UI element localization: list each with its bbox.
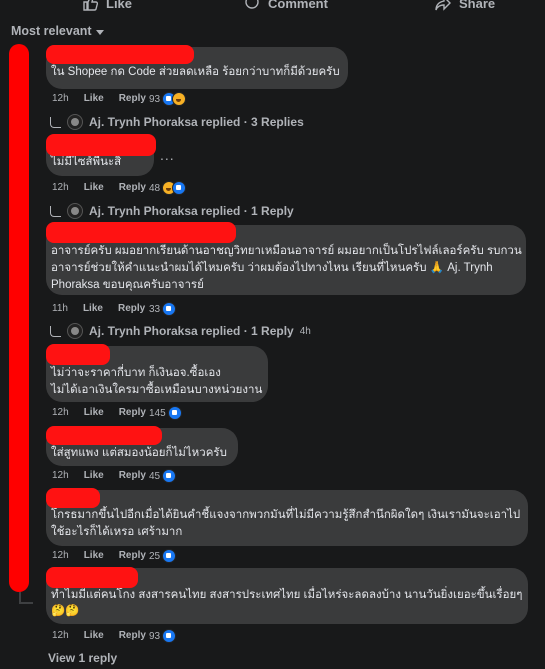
replies-link[interactable]: Aj. Trynh Phoraksa replied · 1 Reply [50,203,294,219]
reply-link[interactable]: Reply [119,182,146,193]
redacted-name [46,567,138,588]
reaction-count: 145 [149,407,166,419]
replies-label: Aj. Trynh Phoraksa replied · 3 Replies [89,115,304,129]
reply-arrow-icon [50,116,61,128]
like-link[interactable]: Like [84,630,104,641]
comment-action-label: Comment [268,0,328,11]
like-reaction-icon [172,181,187,195]
comment-text-line: โกรธมากขึ้นไปอีกเมื่อได้ยินคำชี้แจงจากพว… [51,509,521,521]
comment-time: 12h [52,182,69,193]
comment-time: 12h [52,470,69,481]
like-reaction-icon [162,549,177,563]
reaction-summary[interactable]: 48 [149,181,187,195]
more-options-button[interactable]: ... [160,147,175,163]
like-link[interactable]: Like [84,182,104,193]
comment-meta: 12h Like Reply [52,550,146,561]
like-link[interactable]: Like [84,93,104,104]
like-reaction-icon [162,469,177,483]
avatar [67,203,83,219]
reply-arrow-icon [50,325,61,337]
replies-age: 4h [299,325,311,337]
comment-action-button[interactable]: Comment [244,0,328,11]
like-reaction-icon [162,302,177,316]
reply-link[interactable]: Reply [119,407,146,418]
comment-text: ไม่มีไซส์พี่นะสิ [51,156,122,168]
reply-arrow-icon [50,205,61,217]
comment-time: 12h [52,93,69,104]
redacted-name [46,134,156,156]
comment-text-line: อาจารย์ครับ ผมอยากเรียนด้านอาชญวิทยาเหมื… [51,245,522,257]
like-link[interactable]: Like [84,407,104,418]
comment-text: ใน Shopee กด Code ส่วยลดเหลือ ร้อยกว่าบา… [51,66,340,78]
like-reaction-icon [167,406,182,420]
comment-meta: 11h Like Reply [52,303,145,314]
comment-bubble: โกรธมากขึ้นไปอีกเมื่อได้ยินคำชี้แจงจากพว… [46,490,528,546]
reaction-count: 33 [149,303,161,315]
reply-link[interactable]: Reply [119,93,146,104]
sort-label: Most relevant [11,24,92,38]
thumbs-up-icon [83,0,98,11]
reaction-count: 45 [149,470,161,482]
redacted-name [46,344,110,365]
comment-time: 12h [52,630,69,641]
reply-link[interactable]: Reply [119,470,146,481]
like-action-label: Like [106,0,133,11]
reaction-summary[interactable]: 145 [149,406,182,420]
like-link[interactable]: Like [84,550,104,561]
comment-text-line: ไม่ว่าจะราคากี่บาท ก็เงินอจ.ซื้อเอง [51,367,221,379]
share-action-label: Share [459,0,496,11]
comment-text-line: Phoraksa ขอบคุณครับอาจารย์ [51,279,204,291]
reply-link[interactable]: Reply [119,550,146,561]
view-replies-link[interactable]: View 1 reply [48,651,117,665]
reply-link[interactable]: Reply [118,303,145,314]
share-action-button[interactable]: Share [435,0,495,11]
redacted-name [46,222,236,243]
comment-text-line: ไม่ได้เอาเงินใครมาซื้อเหมือนบางหน่วยงาน [51,384,263,396]
comment-time: 12h [52,407,69,418]
comment-meta: 12h Like Reply [52,182,146,193]
comment-icon [245,0,259,9]
comment-text-line: 🤔🤔 [51,605,80,617]
share-icon [435,0,451,11]
redacted-name [46,488,100,508]
caret-down-icon [95,29,104,35]
replies-label: Aj. Trynh Phoraksa replied · 1 Reply [89,204,294,218]
reaction-summary[interactable]: 25 [149,549,177,563]
like-link[interactable]: Like [84,470,104,481]
reaction-summary[interactable]: 93 [149,629,177,643]
comment-text-line: ใช้อะไรก็ได้เหรอ เศร้ามาก [51,526,183,538]
replies-link[interactable]: Aj. Trynh Phoraksa replied · 1 Reply 4h [50,323,311,339]
comment-meta: 12h Like Reply [52,470,146,481]
reply-link[interactable]: Reply [119,630,146,641]
reaction-count: 25 [149,550,161,562]
redacted-name [46,45,194,64]
replies-link[interactable]: Aj. Trynh Phoraksa replied · 3 Replies [50,114,304,130]
comment-text-line: ทำไมมีแต่คนโกง สงสารคนไทย สงสารประเทศไทย… [51,589,523,601]
comment-text: ใส่สูทแพง แต่สมองน้อยก็ไม่ไหวครับ [51,447,227,459]
haha-reaction-icon [172,92,187,106]
reaction-summary[interactable]: 33 [149,302,177,316]
reaction-summary[interactable]: 45 [149,469,177,483]
reaction-count: 93 [149,93,161,105]
sort-dropdown[interactable]: Most relevant [11,24,104,38]
replies-label: Aj. Trynh Phoraksa replied · 1 Reply [89,324,294,338]
comment-meta: 12h Like Reply [52,630,146,641]
post-actions-bar: Like Comment Share [0,0,545,14]
like-reaction-icon [162,629,177,643]
reaction-summary[interactable]: 93 [149,92,187,106]
redacted-name [46,426,162,445]
avatar [67,323,83,339]
reaction-count: 93 [149,630,161,642]
comment-time: 12h [52,550,69,561]
like-action-button[interactable]: Like [82,0,132,11]
avatar [67,114,83,130]
thread-connector-branch [19,602,33,604]
comment-time: 11h [52,303,68,314]
comment-text-line: อาจารย์ช่วยให้คำแนะนำผมได้ไหมครับ ว่าผมต… [51,262,493,274]
comment-meta: 12h Like Reply [52,93,146,104]
reaction-count: 48 [149,182,161,194]
like-link[interactable]: Like [83,303,103,314]
redaction-bar [9,44,29,592]
comment-meta: 12h Like Reply [52,407,146,418]
